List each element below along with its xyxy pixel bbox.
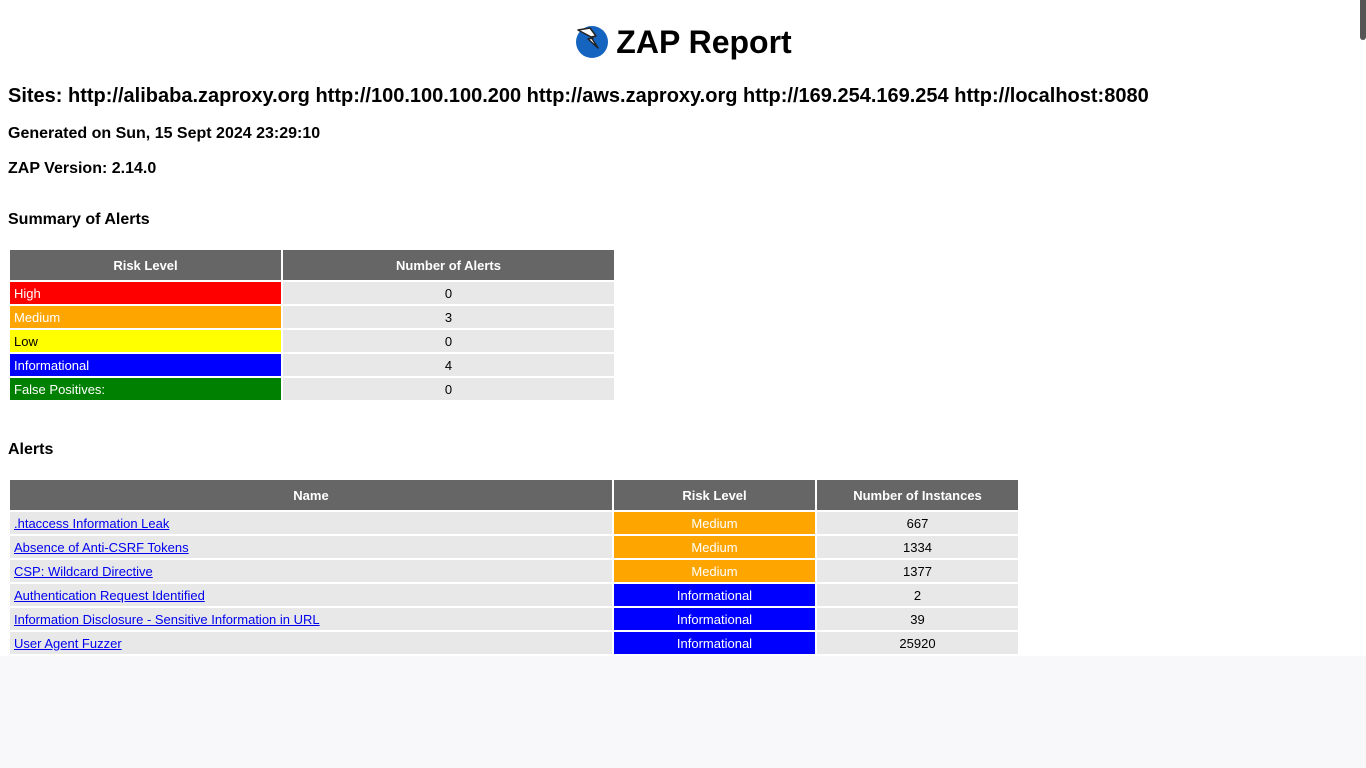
table-row: False Positives: 0 bbox=[10, 378, 614, 400]
count-cell: 3 bbox=[283, 306, 614, 328]
summary-table: Risk Level Number of Alerts High 0 Mediu… bbox=[8, 248, 616, 402]
summary-heading: Summary of Alerts bbox=[8, 211, 150, 228]
alert-link[interactable]: Absence of Anti-CSRF Tokens bbox=[14, 540, 189, 555]
risk-cell-medium: Medium bbox=[10, 306, 281, 328]
alert-risk-cell: Informational bbox=[614, 632, 815, 654]
scrollbar[interactable] bbox=[1360, 0, 1366, 40]
table-row: Informational 4 bbox=[10, 354, 614, 376]
alerts-col-risk: Risk Level bbox=[614, 480, 815, 510]
alert-name-cell: User Agent Fuzzer bbox=[10, 632, 612, 654]
alert-instances-cell: 1377 bbox=[817, 560, 1018, 582]
alerts-table: Name Risk Level Number of Instances .hta… bbox=[8, 478, 1020, 656]
alert-risk-cell: Medium bbox=[614, 512, 815, 534]
count-cell: 0 bbox=[283, 378, 614, 400]
alerts-col-instances: Number of Instances bbox=[817, 480, 1018, 510]
table-row: Medium 3 bbox=[10, 306, 614, 328]
title-row: ZAP Report bbox=[8, 0, 1358, 84]
table-row: CSP: Wildcard Directive Medium 1377 bbox=[10, 560, 1018, 582]
alert-link[interactable]: Authentication Request Identified bbox=[14, 588, 205, 603]
alert-link[interactable]: CSP: Wildcard Directive bbox=[14, 564, 153, 579]
alerts-col-name: Name bbox=[10, 480, 612, 510]
risk-cell-false-positives: False Positives: bbox=[10, 378, 281, 400]
alert-name-cell: .htaccess Information Leak bbox=[10, 512, 612, 534]
table-row: .htaccess Information Leak Medium 667 bbox=[10, 512, 1018, 534]
zap-version: ZAP Version: 2.14.0 bbox=[8, 160, 157, 177]
risk-cell-high: High bbox=[10, 282, 281, 304]
alert-instances-cell: 667 bbox=[817, 512, 1018, 534]
alert-instances-cell: 1334 bbox=[817, 536, 1018, 558]
table-row: Information Disclosure - Sensitive Infor… bbox=[10, 608, 1018, 630]
table-row: Low 0 bbox=[10, 330, 614, 352]
summary-col-risk: Risk Level bbox=[10, 250, 281, 280]
alert-risk-cell: Medium bbox=[614, 536, 815, 558]
table-row: User Agent Fuzzer Informational 25920 bbox=[10, 632, 1018, 654]
zap-logo-icon bbox=[576, 26, 609, 58]
alert-risk-cell: Medium bbox=[614, 560, 815, 582]
alert-risk-cell: Informational bbox=[614, 584, 815, 606]
alerts-header-row: Name Risk Level Number of Instances bbox=[10, 480, 1018, 510]
table-row: Authentication Request Identified Inform… bbox=[10, 584, 1018, 606]
table-row: Absence of Anti-CSRF Tokens Medium 1334 bbox=[10, 536, 1018, 558]
alert-link[interactable]: .htaccess Information Leak bbox=[14, 516, 169, 531]
generated-on: Generated on Sun, 15 Sept 2024 23:29:10 bbox=[8, 125, 321, 142]
count-cell: 4 bbox=[283, 354, 614, 376]
alert-name-cell: Authentication Request Identified bbox=[10, 584, 612, 606]
report-page: ZAP Report Sites: http://alibaba.zaproxy… bbox=[0, 0, 1366, 656]
page-title-text: ZAP Report bbox=[616, 23, 792, 60]
report-viewport[interactable]: ZAP Report Sites: http://alibaba.zaproxy… bbox=[0, 0, 1366, 656]
count-cell: 0 bbox=[283, 282, 614, 304]
sites-heading: Sites: http://alibaba.zaproxy.org http:/… bbox=[8, 85, 1149, 107]
alert-name-cell: Information Disclosure - Sensitive Infor… bbox=[10, 608, 612, 630]
risk-cell-informational: Informational bbox=[10, 354, 281, 376]
summary-header-row: Risk Level Number of Alerts bbox=[10, 250, 614, 280]
alert-link[interactable]: Information Disclosure - Sensitive Infor… bbox=[14, 612, 320, 627]
alert-instances-cell: 39 bbox=[817, 608, 1018, 630]
alert-instances-cell: 2 bbox=[817, 584, 1018, 606]
alert-name-cell: CSP: Wildcard Directive bbox=[10, 560, 612, 582]
count-cell: 0 bbox=[283, 330, 614, 352]
alerts-heading: Alerts bbox=[8, 441, 54, 458]
summary-col-count: Number of Alerts bbox=[283, 250, 614, 280]
table-row: High 0 bbox=[10, 282, 614, 304]
risk-cell-low: Low bbox=[10, 330, 281, 352]
alert-instances-cell: 25920 bbox=[817, 632, 1018, 654]
alert-risk-cell: Informational bbox=[614, 608, 815, 630]
page-title: ZAP Report bbox=[574, 23, 792, 61]
alert-name-cell: Absence of Anti-CSRF Tokens bbox=[10, 536, 612, 558]
alert-link[interactable]: User Agent Fuzzer bbox=[14, 636, 122, 651]
